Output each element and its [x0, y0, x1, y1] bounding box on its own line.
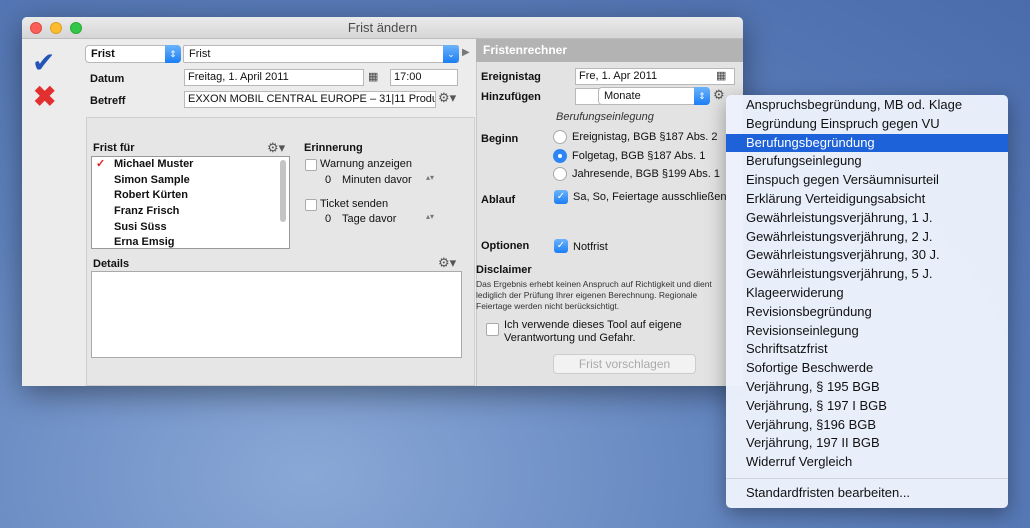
window-title: Frist ändern: [347, 20, 418, 35]
menu-item[interactable]: Verjährung, §196 BGB: [726, 416, 1008, 435]
menu-item-standardfristen-bearbeiten[interactable]: Standardfristen bearbeiten...: [726, 484, 1008, 503]
agree-checkbox[interactable]: [486, 323, 499, 336]
frist-type-menu: Anspruchsbegründung, MB od. Klage Begründ…: [726, 95, 1008, 508]
frist-fuer-list[interactable]: ✓ Michael Muster Simon Sample Robert Kürt…: [91, 156, 290, 249]
calendar-icon[interactable]: ▦: [716, 69, 726, 82]
menu-item[interactable]: Erklärung Verteidigungsabsicht: [726, 190, 1008, 209]
time-input[interactable]: 17:00: [390, 69, 458, 86]
ablauf-label: Ablauf: [481, 194, 516, 206]
close-button[interactable]: [30, 22, 42, 34]
scrollbar[interactable]: [280, 160, 286, 222]
title-bar: Frist ändern: [22, 17, 743, 39]
disclaimer-title: Disclaimer: [476, 264, 532, 276]
calendar-icon[interactable]: ▦: [368, 70, 378, 83]
menu-item[interactable]: Revisionsbegründung: [726, 303, 1008, 322]
menu-item[interactable]: Verjährung, § 195 BGB: [726, 378, 1008, 397]
checkmark-icon: ✓: [96, 158, 106, 170]
menu-item[interactable]: Sofortige Beschwerde: [726, 359, 1008, 378]
list-item[interactable]: Robert Kürten: [92, 188, 289, 204]
beginn-radio-2[interactable]: [553, 167, 567, 181]
ablauf-checkbox[interactable]: ✓: [554, 190, 568, 204]
betreff-gear-icon[interactable]: ⚙▾: [438, 90, 456, 106]
type-select[interactable]: Frist ⇕: [85, 45, 181, 63]
list-item[interactable]: Erna Emsig: [92, 235, 289, 248]
menu-item[interactable]: Gewährleistungsverjährung, 30 J.: [726, 246, 1008, 265]
menu-item[interactable]: Verjährung, 197 II BGB: [726, 434, 1008, 453]
ticket-value[interactable]: 0: [325, 213, 331, 225]
chevron-down-icon: ⌄: [443, 45, 459, 63]
frist-fuer-gear-icon[interactable]: ⚙▾: [267, 140, 285, 156]
details-gear-icon[interactable]: ⚙▾: [438, 255, 456, 271]
betreff-input[interactable]: EXXON MOBIL CENTRAL EUROPE – 31|11 Produ…: [184, 91, 436, 108]
warnung-unit: Minuten davor: [342, 174, 412, 186]
beginn-radio-0[interactable]: [553, 130, 567, 144]
menu-item[interactable]: Schriftsatzfrist: [726, 340, 1008, 359]
warnung-checkbox[interactable]: [305, 159, 317, 171]
type-combo[interactable]: Frist ⌄: [183, 45, 459, 63]
expand-arrow-icon[interactable]: ▶: [462, 47, 470, 58]
menu-item[interactable]: Widerruf Vergleich: [726, 453, 1008, 472]
frist-window: Frist ändern ✔ ✖ Frist ⇕ Frist ⌄ ▶ Datum F…: [22, 17, 743, 386]
ereignistag-label: Ereignistag: [481, 71, 541, 83]
list-item[interactable]: Franz Frisch: [92, 204, 289, 220]
hinzufuegen-label: Hinzufügen: [481, 91, 541, 103]
list-item[interactable]: Susi Süss: [92, 220, 289, 236]
erinnerung-label: Erinnerung: [304, 142, 363, 154]
notfrist-label: Notfrist: [573, 241, 608, 253]
list-item[interactable]: ✓ Michael Muster: [92, 157, 289, 173]
beginn-radio-1[interactable]: [553, 149, 567, 163]
save-checkmark-icon[interactable]: ✔: [32, 49, 55, 77]
optionen-label: Optionen: [481, 240, 530, 252]
rule-name: Berufungseinlegung: [556, 111, 654, 123]
menu-item[interactable]: Gewährleistungsverjährung, 1 J.: [726, 209, 1008, 228]
frist-fuer-label: Frist für: [93, 142, 135, 154]
menu-item[interactable]: Gewährleistungsverjährung, 5 J.: [726, 265, 1008, 284]
datum-input[interactable]: Freitag, 1. April 2011: [184, 69, 364, 86]
list-item[interactable]: Simon Sample: [92, 173, 289, 189]
minimize-button[interactable]: [50, 22, 62, 34]
agree-label: Ich verwende dieses Tool auf eigene Vera…: [504, 319, 682, 344]
warnung-label: Warnung anzeigen: [320, 158, 412, 170]
notfrist-checkbox[interactable]: ✓: [554, 239, 568, 253]
ablauf-option: Sa, So, Feiertage ausschließen: [573, 191, 727, 203]
rechner-gear-icon[interactable]: ⚙: [713, 87, 725, 103]
stepper-icon[interactable]: ▴▾: [426, 173, 434, 182]
updown-icon: ⇕: [165, 45, 181, 63]
zoom-button[interactable]: [70, 22, 82, 34]
warnung-value[interactable]: 0: [325, 174, 331, 186]
menu-item[interactable]: Berufungseinlegung: [726, 152, 1008, 171]
datum-label: Datum: [90, 73, 125, 85]
unit-select[interactable]: Monate ⇕: [598, 87, 710, 105]
disclaimer-text: Das Ergebnis erhebt keinen Anspruch auf …: [476, 279, 712, 311]
stepper-icon[interactable]: ▴▾: [426, 212, 434, 221]
menu-item[interactable]: Gewährleistungsverjährung, 2 J.: [726, 228, 1008, 247]
updown-icon: ⇕: [694, 87, 710, 105]
fristenrechner-title: Fristenrechner: [476, 39, 743, 62]
menu-item[interactable]: Anspruchsbegründung, MB od. Klage: [726, 96, 1008, 115]
menu-separator: [726, 477, 1008, 479]
frist-vorschlagen-button[interactable]: Frist vorschlagen: [553, 354, 696, 374]
beginn-option-1: Folgetag, BGB §187 Abs. 1: [572, 150, 706, 162]
beginn-label: Beginn: [481, 133, 519, 145]
ereignistag-input[interactable]: Fre, 1. Apr 2011: [575, 68, 735, 85]
menu-item[interactable]: Klageerwiderung: [726, 284, 1008, 303]
ticket-unit: Tage davor: [342, 213, 397, 225]
beginn-option-0: Ereignistag, BGB §187 Abs. 2: [572, 131, 718, 143]
details-label: Details: [93, 258, 130, 270]
betreff-label: Betreff: [90, 95, 126, 107]
menu-item[interactable]: Berufungsbegründung: [726, 133, 1008, 153]
menu-item[interactable]: Verjährung, § 197 I BGB: [726, 397, 1008, 416]
menu-item[interactable]: Begründung Einspruch gegen VU: [726, 115, 1008, 134]
cancel-x-icon[interactable]: ✖: [33, 83, 56, 111]
menu-item[interactable]: Revisionseinlegung: [726, 322, 1008, 341]
menu-item[interactable]: Einspuch gegen Versäumnisurteil: [726, 171, 1008, 190]
details-textarea[interactable]: [91, 271, 462, 358]
beginn-option-2: Jahresende, BGB §199 Abs. 1: [572, 168, 720, 180]
ticket-label: Ticket senden: [320, 198, 389, 210]
ticket-checkbox[interactable]: [305, 199, 317, 211]
